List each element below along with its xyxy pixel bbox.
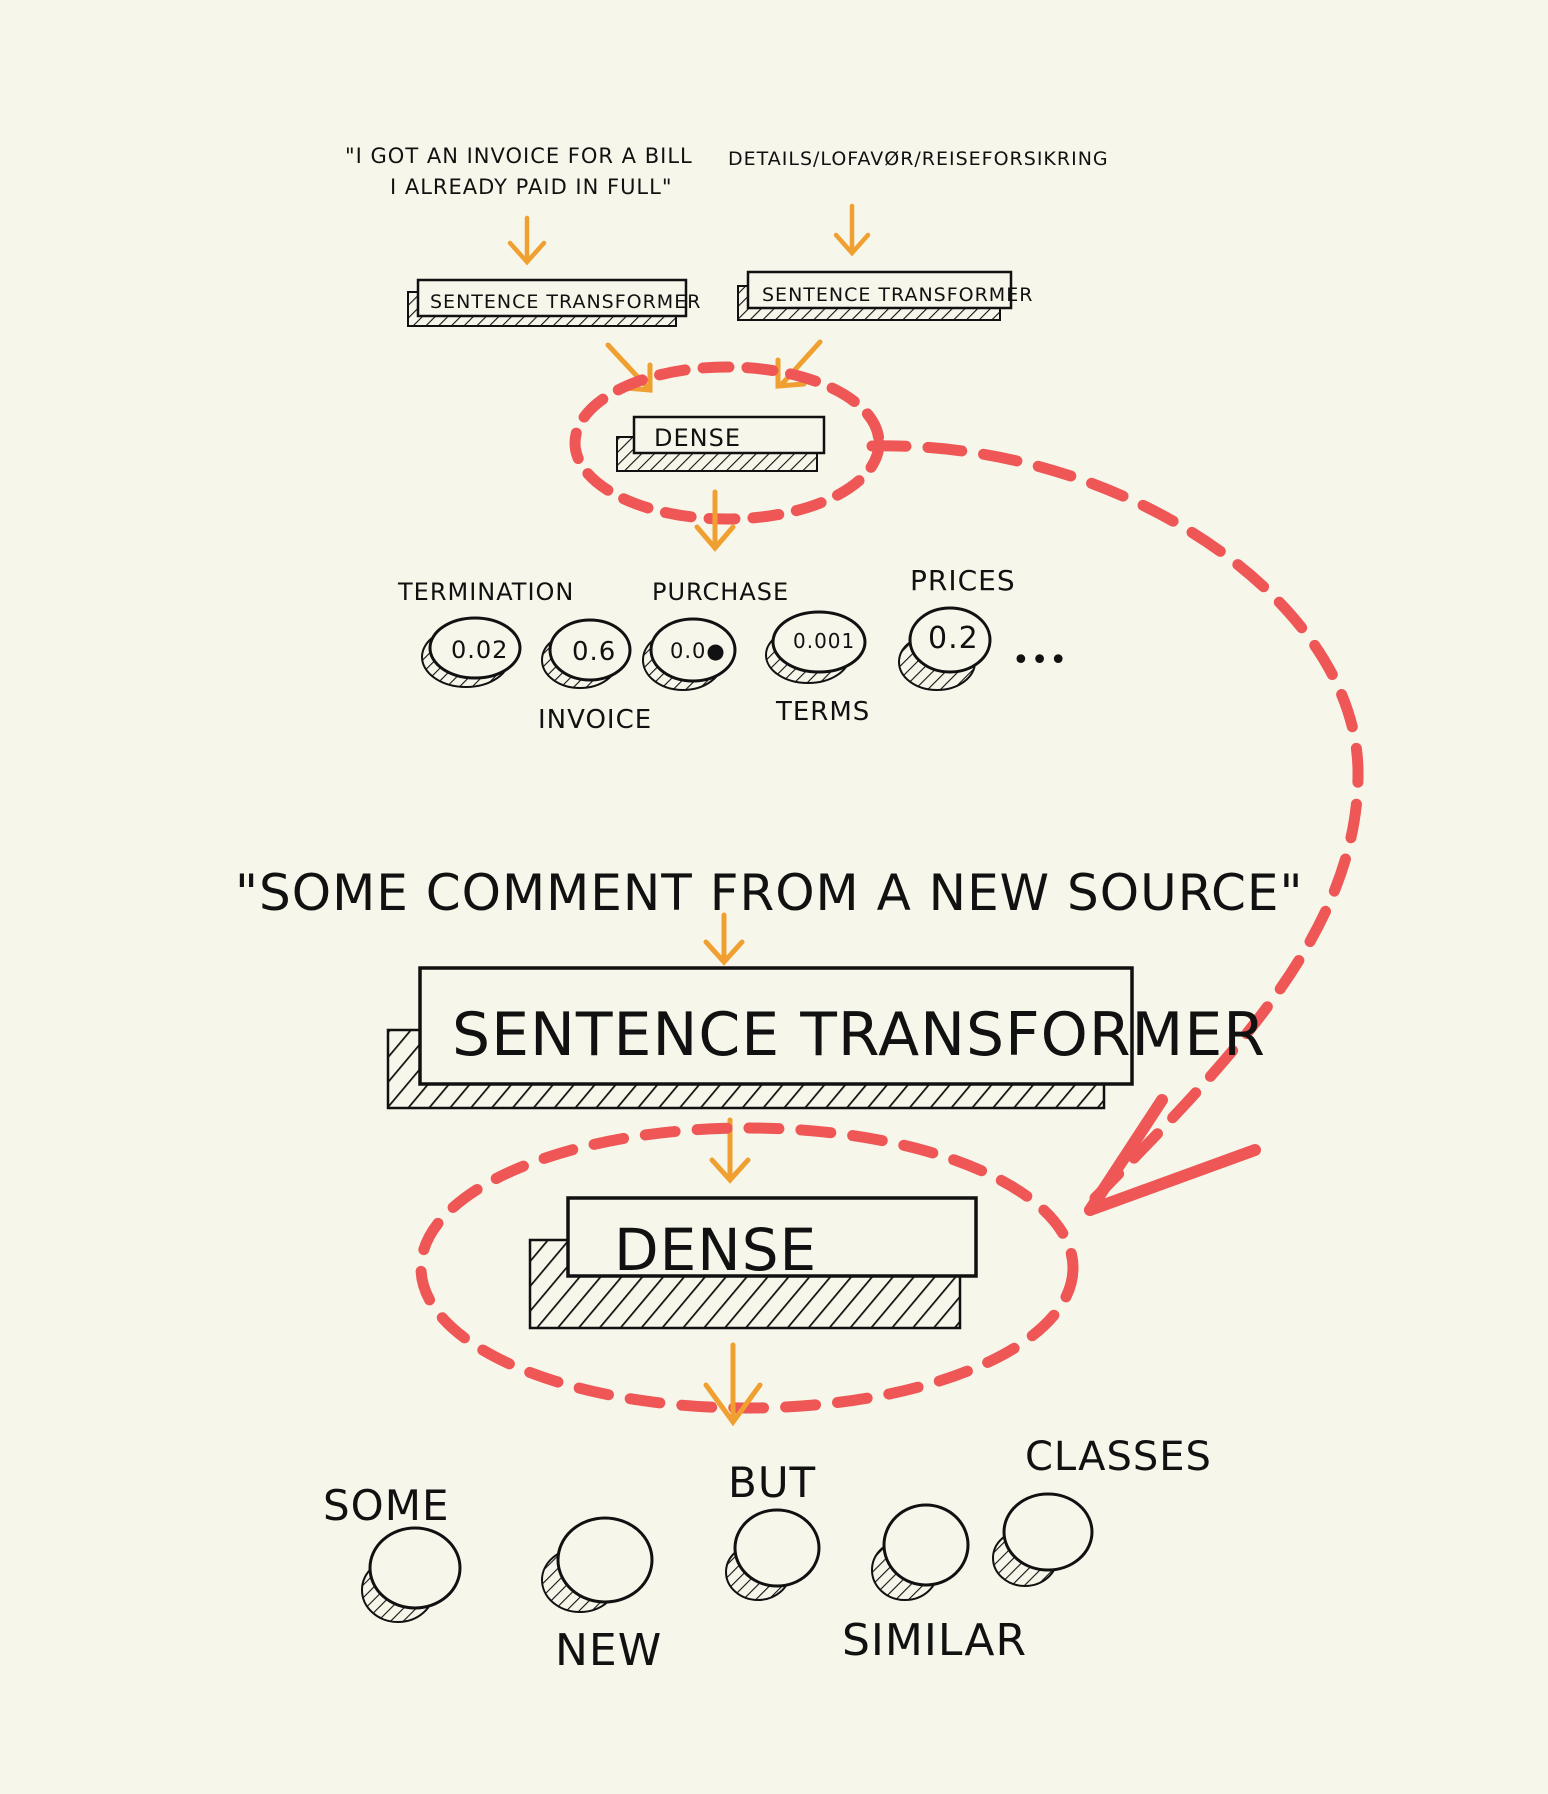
bottom-transformer-label: SENTENCE TRANSFORMER	[452, 1000, 1266, 1070]
bottom-class-some: SOME	[323, 1481, 462, 1623]
top-class-invoice: 0.6 INVOICE	[538, 618, 652, 735]
bottom-class-label-similar: SIMILAR	[842, 1615, 1027, 1666]
left-transformer-label: SENTENCE TRANSFORMER	[430, 291, 701, 313]
diagram-canvas: "I GOT AN INVOICE FOR A BILL I ALREADY P…	[235, 144, 1364, 1676]
right-transformer-label: SENTENCE TRANSFORMER	[762, 284, 1033, 306]
bottom-dense-layer: DENSE	[528, 1196, 978, 1330]
left-input-line2: I ALREADY PAID IN FULL"	[390, 175, 673, 199]
arrow-right-input	[833, 203, 871, 257]
top-class-purchase: PURCHASE 0.0●	[642, 578, 789, 691]
bottom-class-label-classes: CLASSES	[1025, 1434, 1212, 1480]
class-label-invoice: INVOICE	[538, 705, 652, 735]
class-value-invoice: 0.6	[572, 637, 616, 667]
bottom-input-text: "SOME COMMENT FROM A NEW SOURCE"	[235, 864, 1303, 922]
class-label-purchase: PURCHASE	[652, 578, 789, 606]
class-value-purchase: 0.0●	[670, 639, 726, 663]
bottom-dense-label: DENSE	[614, 1216, 817, 1284]
bottom-class-similar: SIMILAR	[842, 1503, 1027, 1666]
top-dense-layer: DENSE	[616, 415, 826, 472]
class-value-terms: 0.001	[793, 629, 855, 653]
bottom-class-label-some: SOME	[323, 1481, 450, 1530]
right-input-text: DETAILS/LOFAVØR/REISEFORSIKRING	[728, 148, 1109, 170]
top-class-terms: 0.001 TERMS	[765, 610, 870, 727]
left-sentence-transformer: SENTENCE TRANSFORMER	[407, 278, 701, 327]
class-ellipsis: •••	[1012, 643, 1068, 678]
class-value-termination: 0.02	[451, 636, 508, 664]
class-label-terms: TERMS	[775, 697, 870, 727]
bottom-class-label-but: BUT	[728, 1458, 816, 1507]
class-label-termination: TERMINATION	[397, 578, 574, 606]
left-input-line1: "I GOT AN INVOICE FOR A BILL	[345, 144, 693, 168]
class-label-prices: PRICES	[910, 564, 1016, 597]
bottom-class-new: NEW	[541, 1516, 662, 1676]
top-class-prices: PRICES 0.2	[898, 564, 1016, 691]
class-value-prices: 0.2	[928, 621, 979, 656]
right-sentence-transformer: SENTENCE TRANSFORMER	[737, 270, 1033, 321]
arrow-left-input	[507, 215, 547, 266]
top-dense-label: DENSE	[654, 424, 741, 452]
arrow-bottom-input	[703, 912, 745, 966]
bottom-class-but: BUT	[725, 1458, 821, 1601]
bottom-class-label-new: NEW	[555, 1625, 662, 1676]
bottom-class-classes: CLASSES	[992, 1434, 1212, 1587]
bottom-sentence-transformer: SENTENCE TRANSFORMER	[386, 966, 1266, 1110]
